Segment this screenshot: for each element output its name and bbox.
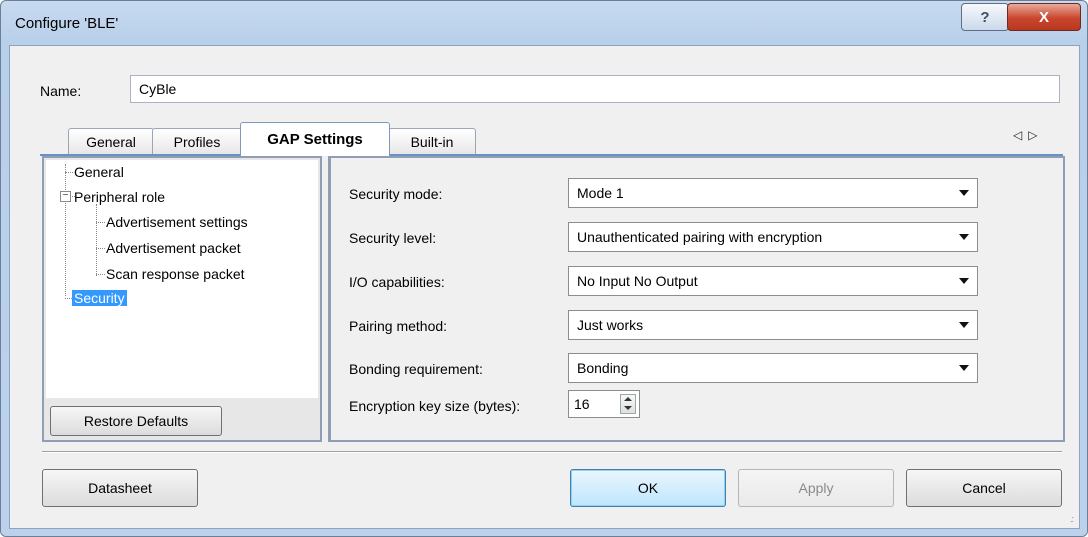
dialog-body: Name: CyBle General Profiles GAP Setting… — [9, 45, 1080, 529]
security-mode-select[interactable]: Mode 1 — [568, 178, 978, 208]
tab-strip: General Profiles GAP Settings Built-in — [40, 120, 1070, 156]
bonding-requirement-value: Bonding — [577, 360, 629, 376]
io-capabilities-select[interactable]: No Input No Output — [568, 266, 978, 296]
io-capabilities-value: No Input No Output — [577, 273, 698, 289]
name-label: Name: — [40, 83, 82, 99]
key-size-label: Encryption key size (bytes): — [349, 398, 521, 414]
ok-button[interactable]: OK — [570, 469, 726, 507]
tab-profiles[interactable]: Profiles — [152, 128, 242, 155]
name-input[interactable]: CyBle — [130, 75, 1060, 103]
collapse-icon[interactable]: − — [60, 191, 71, 202]
tree-panel: − General Peripheral role Advertisement … — [42, 156, 322, 442]
tree-item-scan-response-packet[interactable]: Scan response packet — [106, 266, 245, 282]
tree-item-peripheral-role[interactable]: Peripheral role — [74, 189, 165, 205]
pairing-method-select[interactable]: Just works — [568, 310, 978, 340]
chevron-down-icon — [959, 365, 969, 371]
io-capabilities-label: I/O capabilities: — [349, 274, 445, 290]
tab-scroll-arrows: ◁▷ — [1013, 128, 1043, 142]
window-title: Configure 'BLE' — [15, 15, 119, 32]
security-settings-panel: Security mode: Mode 1 Security level: Un… — [328, 156, 1065, 442]
datasheet-button[interactable]: Datasheet — [42, 469, 198, 507]
help-button[interactable]: ? — [961, 3, 1009, 31]
bonding-requirement-label: Bonding requirement: — [349, 361, 483, 377]
chevron-down-icon — [959, 322, 969, 328]
chevron-down-icon — [959, 190, 969, 196]
bonding-requirement-select[interactable]: Bonding — [568, 353, 978, 383]
configure-dialog: Configure 'BLE' ? X Name: CyBle General … — [0, 0, 1088, 537]
pairing-method-label: Pairing method: — [349, 318, 448, 334]
title-bar[interactable]: Configure 'BLE' ? X — [1, 1, 1087, 43]
resize-grip-icon[interactable]: .: — [1070, 514, 1074, 524]
tab-built-in[interactable]: Built-in — [388, 128, 476, 155]
restore-defaults-button[interactable]: Restore Defaults — [50, 406, 222, 436]
close-button[interactable]: X — [1007, 3, 1081, 31]
spin-up-icon[interactable] — [624, 397, 632, 401]
tree-item-advertisement-settings[interactable]: Advertisement settings — [106, 214, 248, 230]
tab-gap-settings[interactable]: GAP Settings — [240, 122, 390, 156]
tab-prev-icon[interactable]: ◁ — [1013, 128, 1028, 142]
cancel-button[interactable]: Cancel — [906, 469, 1062, 507]
tree-item-advertisement-packet[interactable]: Advertisement packet — [106, 240, 241, 256]
security-level-value: Unauthenticated pairing with encryption — [577, 229, 823, 245]
tab-general[interactable]: General — [68, 128, 154, 155]
pairing-method-value: Just works — [577, 317, 644, 333]
security-mode-label: Security mode: — [349, 186, 443, 202]
security-level-select[interactable]: Unauthenticated pairing with encryption — [568, 222, 978, 252]
close-icon: X — [1038, 8, 1049, 26]
settings-tree[interactable]: − General Peripheral role Advertisement … — [46, 160, 318, 398]
tab-next-icon[interactable]: ▷ — [1028, 128, 1043, 142]
chevron-down-icon — [959, 278, 969, 284]
key-size-value: 16 — [574, 396, 590, 412]
security-mode-value: Mode 1 — [577, 185, 624, 201]
spin-down-icon[interactable] — [624, 406, 632, 410]
spin-buttons[interactable] — [620, 394, 636, 414]
tree-item-general[interactable]: General — [74, 164, 124, 180]
apply-button[interactable]: Apply — [738, 469, 894, 507]
footer-divider — [42, 451, 1062, 453]
key-size-stepper[interactable]: 16 — [568, 390, 640, 418]
help-icon: ? — [980, 8, 990, 26]
tree-item-security[interactable]: Security — [72, 290, 127, 306]
security-level-label: Security level: — [349, 230, 437, 246]
chevron-down-icon — [959, 234, 969, 240]
